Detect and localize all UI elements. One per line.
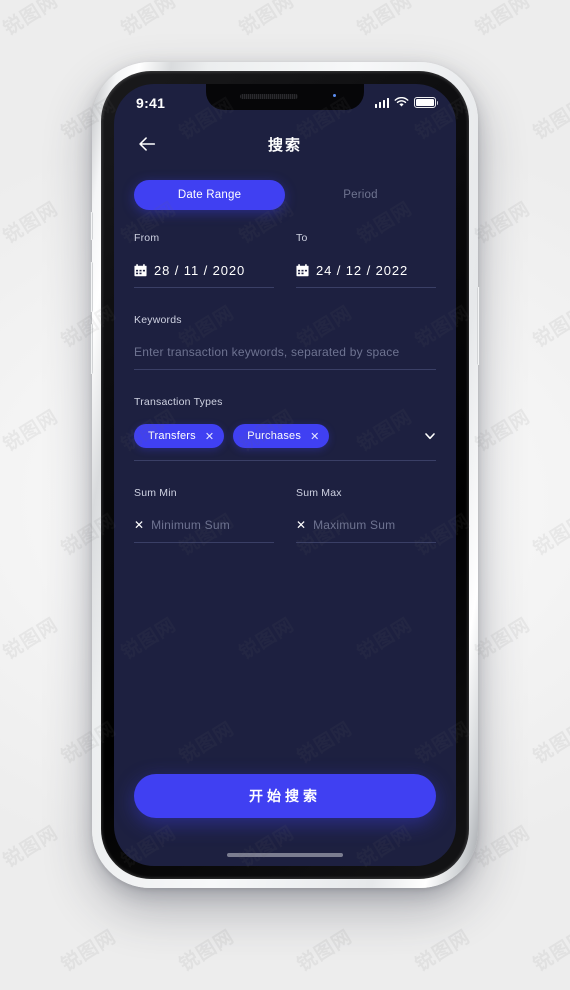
search-screen: 搜索 Date Range Period From 28 / 11 / 2020… — [114, 84, 456, 866]
keywords-input[interactable]: Enter transaction keywords, separated by… — [134, 342, 436, 370]
chip-label: Transfers — [148, 430, 196, 442]
sum-max-placeholder: Maximum Sum — [313, 518, 396, 532]
watermark-text: 锐图网 — [411, 925, 475, 977]
watermark-text: 锐图网 — [529, 301, 570, 353]
volume-down-button[interactable] — [90, 324, 93, 374]
phone-bezel: 9:41 搜索 Date Range Period From 28 / 11 /… — [101, 71, 469, 879]
keywords-placeholder: Enter transaction keywords, separated by… — [134, 345, 400, 359]
tab-period[interactable]: Period — [285, 180, 436, 210]
chip-transfers[interactable]: Transfers ✕ — [134, 424, 225, 448]
chip-purchases[interactable]: Purchases ✕ — [233, 424, 330, 448]
keywords-field: Keywords Enter transaction keywords, sep… — [134, 314, 436, 370]
watermark-text: 锐图网 — [293, 925, 357, 977]
sum-min-input[interactable]: ✕ Minimum Sum — [134, 515, 274, 543]
transaction-types-input[interactable]: Transfers ✕ Purchases ✕ — [134, 424, 436, 461]
watermark-text: 锐图网 — [175, 925, 239, 977]
watermark-text: 锐图网 — [0, 405, 63, 457]
cellular-signal-icon — [374, 97, 389, 108]
close-icon[interactable]: ✕ — [310, 431, 319, 442]
transaction-types-field: Transaction Types Transfers ✕ Purchases … — [134, 396, 436, 461]
to-label: To — [296, 232, 308, 244]
watermark-text: 锐图网 — [0, 197, 63, 249]
segmented-control: Date Range Period — [134, 180, 436, 210]
device-notch — [206, 84, 364, 110]
sum-min-label: Sum Min — [134, 487, 177, 499]
watermark-text: 锐图网 — [0, 93, 3, 145]
wifi-icon — [394, 97, 409, 107]
sum-min-field: Sum Min ✕ Minimum Sum — [134, 487, 274, 543]
earpiece-speaker-icon — [240, 94, 298, 99]
watermark-text: 锐图网 — [529, 717, 570, 769]
tab-date-range[interactable]: Date Range — [134, 180, 285, 210]
battery-icon — [414, 97, 439, 108]
keywords-label: Keywords — [134, 314, 182, 326]
close-icon[interactable]: ✕ — [205, 431, 214, 442]
power-button[interactable] — [477, 287, 480, 365]
from-field: From 28 / 11 / 2020 — [134, 232, 274, 288]
volume-up-button[interactable] — [90, 262, 93, 312]
watermark-text: 锐图网 — [117, 0, 181, 41]
phone-device-frame: 9:41 搜索 Date Range Period From 28 / 11 /… — [90, 62, 480, 888]
to-input[interactable]: 24 / 12 / 2022 — [296, 260, 436, 288]
from-input[interactable]: 28 / 11 / 2020 — [134, 260, 274, 288]
watermark-text: 锐图网 — [0, 717, 3, 769]
watermark-text: 锐图网 — [0, 301, 3, 353]
home-indicator[interactable] — [227, 852, 343, 857]
from-value: 28 / 11 / 2020 — [154, 262, 246, 278]
page-backdrop: 9:41 搜索 Date Range Period From 28 / 11 /… — [0, 0, 570, 990]
status-clock: 9:41 — [136, 94, 166, 111]
watermark-text: 锐图网 — [471, 197, 535, 249]
watermark-text: 锐图网 — [57, 925, 121, 977]
status-icons-group — [374, 97, 439, 108]
form-content: Date Range Period From 28 / 11 / 2020 To… — [114, 180, 456, 543]
watermark-text: 锐图网 — [0, 613, 63, 665]
sum-min-placeholder: Minimum Sum — [151, 518, 230, 532]
arrow-left-icon[interactable] — [136, 133, 158, 155]
currency-x-icon: ✕ — [134, 518, 145, 532]
phone-screen: 9:41 搜索 Date Range Period From 28 / 11 /… — [114, 84, 456, 866]
to-value: 24 / 12 / 2022 — [316, 262, 409, 278]
watermark-text: 锐图网 — [235, 0, 299, 41]
mute-switch[interactable] — [90, 212, 93, 240]
chevron-down-icon[interactable] — [424, 430, 436, 442]
sum-max-label: Sum Max — [296, 487, 342, 499]
watermark-text: 锐图网 — [0, 821, 63, 873]
watermark-text: 锐图网 — [529, 925, 570, 977]
to-field: To 24 / 12 / 2022 — [296, 232, 436, 288]
sum-max-input[interactable]: ✕ Maximum Sum — [296, 515, 436, 543]
watermark-text: 锐图网 — [471, 821, 535, 873]
page-title: 搜索 — [267, 135, 302, 154]
watermark-text: 锐图网 — [353, 0, 417, 41]
watermark-text: 锐图网 — [471, 613, 535, 665]
chip-label: Purchases — [247, 430, 302, 442]
sum-fields: Sum Min ✕ Minimum Sum Sum Max ✕ Maximum … — [134, 487, 436, 543]
date-range-fields: From 28 / 11 / 2020 To 24 / 12 / 2022 — [134, 232, 436, 288]
watermark-text: 锐图网 — [529, 509, 570, 561]
sum-max-field: Sum Max ✕ Maximum Sum — [296, 487, 436, 543]
watermark-text: 锐图网 — [471, 405, 535, 457]
watermark-text: 锐图网 — [0, 509, 3, 561]
calendar-icon — [134, 263, 147, 276]
currency-x-icon: ✕ — [296, 518, 307, 532]
calendar-icon — [296, 263, 309, 276]
watermark-text: 锐图网 — [0, 925, 3, 977]
watermark-text: 锐图网 — [0, 0, 63, 41]
front-camera-icon — [331, 92, 340, 101]
from-label: From — [134, 232, 160, 244]
transaction-types-label: Transaction Types — [134, 396, 223, 408]
watermark-text: 锐图网 — [529, 93, 570, 145]
watermark-text: 锐图网 — [471, 0, 535, 41]
start-search-button[interactable]: 开始搜索 — [134, 774, 436, 818]
app-bar: 搜索 — [114, 118, 456, 170]
